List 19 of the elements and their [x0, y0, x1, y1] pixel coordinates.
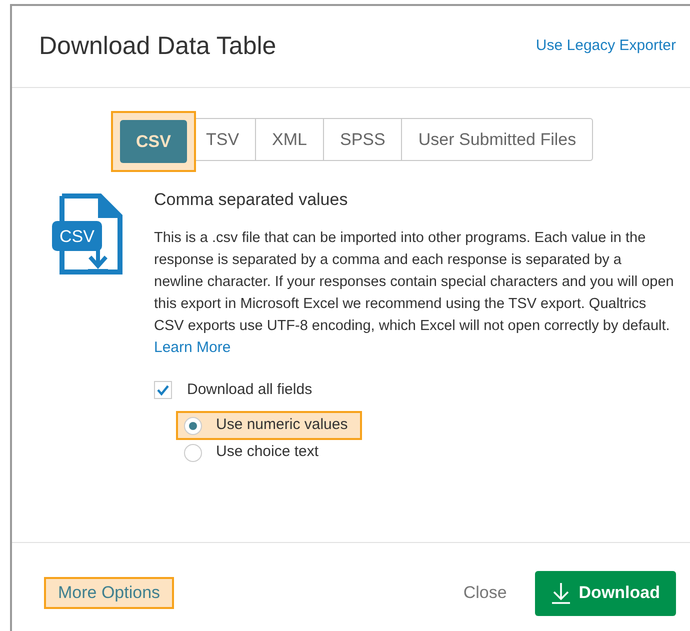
learn-more-link[interactable]: Learn More: [154, 336, 231, 358]
dialog-title: Download Data Table: [39, 30, 276, 62]
radio-label: Use choice text: [216, 442, 319, 462]
checkbox-label: Download all fields: [187, 380, 312, 400]
format-tab[interactable]: SPSS: [324, 118, 402, 161]
radio-button[interactable]: [184, 444, 202, 462]
radio-button[interactable]: [184, 416, 202, 434]
download-button[interactable]: Download: [534, 570, 676, 616]
radio-label: Use numeric values: [216, 415, 348, 436]
download-icon: [550, 582, 571, 604]
checkbox[interactable]: [154, 380, 172, 399]
format-tab[interactable]: XML: [256, 118, 324, 161]
close-button[interactable]: Close: [463, 580, 507, 606]
format-tab[interactable]: CSV: [120, 120, 187, 163]
format-description: This is a .csv file that can be imported into other programs. Each value in the response is separated by a comma and each response is separated by a newline character. If your responses contain special characters and you will open this export in Microsoft Excel we recommend using the TSV export. Qualtrics CSV exports use UTF-8 encoding, which Excel will not open correctly by default.: [154, 228, 674, 336]
more-options-button[interactable]: More Options: [44, 577, 174, 609]
format-tab[interactable]: User Submitted Files: [402, 118, 594, 161]
format-heading: Comma separated values: [154, 189, 349, 211]
legacy-exporter-link[interactable]: Use Legacy Exporter: [536, 35, 676, 58]
